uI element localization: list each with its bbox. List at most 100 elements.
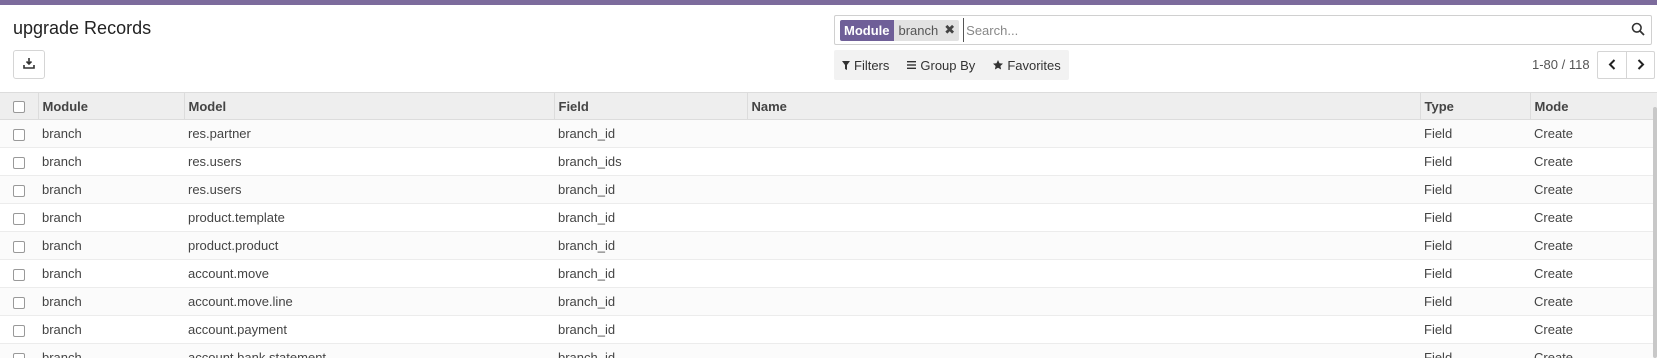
row-select-cell [0, 175, 38, 204]
row-select-cell [0, 147, 38, 176]
cell-name [747, 259, 1420, 288]
favorites-label: Favorites [1007, 57, 1061, 73]
cell-mode: Create [1530, 343, 1657, 358]
cell-mode: Create [1530, 175, 1657, 204]
cell-field: branch_id [554, 175, 747, 204]
cell-name [747, 287, 1420, 316]
column-header-name[interactable]: Name [746, 92, 1420, 120]
cell-type: Field [1420, 231, 1530, 260]
row-checkbox[interactable] [13, 212, 25, 225]
cell-name [747, 175, 1420, 204]
filters-button[interactable]: Filters [842, 58, 889, 73]
cell-type: Field [1420, 203, 1530, 232]
cell-type: Field [1420, 343, 1530, 358]
row-checkbox[interactable] [13, 156, 25, 169]
filters-label: Filters [854, 57, 890, 73]
cell-field: branch_ids [554, 147, 747, 176]
cell-module: branch [38, 315, 184, 344]
column-header-module[interactable]: Module [37, 92, 184, 120]
cell-field: branch_id [554, 119, 747, 148]
cell-type: Field [1420, 147, 1530, 176]
table-header-row: Module Model Field Name Type Mode [0, 92, 1657, 120]
table-row[interactable]: branch account.bank.statement branch_id Fie… [0, 343, 1657, 358]
table-row[interactable]: branch account.move.line branch_id Field Cre… [0, 287, 1657, 316]
cell-field: branch_id [554, 231, 747, 260]
cell-mode: Create [1530, 231, 1657, 260]
records-table: Module Model Field Name Type Mode branch… [0, 92, 1657, 358]
row-select-cell [0, 287, 38, 316]
cell-mode: Create [1530, 147, 1657, 176]
pager-value[interactable]: 1-80 / 118 [1532, 57, 1590, 72]
cell-mode: Create [1530, 203, 1657, 232]
facet-value-text: branch [898, 22, 939, 38]
row-select-cell [0, 231, 38, 260]
row-checkbox[interactable] [13, 268, 25, 281]
download-button[interactable] [13, 50, 45, 79]
cell-type: Field [1420, 315, 1530, 344]
cell-model: res.users [184, 147, 554, 176]
cell-field: branch_id [554, 343, 747, 358]
cell-mode: Create [1530, 259, 1657, 288]
cell-name [747, 343, 1420, 358]
cell-module: branch [38, 231, 184, 260]
search-options-bar: Filters Group By Favorites [834, 50, 1069, 80]
column-header-type[interactable]: Type [1419, 92, 1530, 120]
cell-model: account.bank.statement [184, 343, 554, 358]
column-header-field[interactable]: Field [553, 92, 747, 120]
cell-type: Field [1420, 175, 1530, 204]
search-facet: Module branch ✖ [840, 19, 960, 41]
row-checkbox[interactable] [13, 296, 25, 309]
search-icon[interactable] [1631, 22, 1647, 38]
pager-next-button[interactable] [1626, 51, 1655, 79]
cell-type: Field [1420, 287, 1530, 316]
select-all-cell [0, 92, 38, 120]
cell-name [747, 203, 1420, 232]
cell-mode: Create [1530, 287, 1657, 316]
table-row[interactable]: branch res.partner branch_id Field Create [0, 119, 1657, 148]
cell-model: account.move.line [184, 287, 554, 316]
cell-type: Field [1420, 119, 1530, 148]
close-icon[interactable]: ✖ [944, 22, 955, 38]
chevron-right-icon [1637, 58, 1645, 73]
table-row[interactable]: branch product.template branch_id Field Crea… [0, 203, 1657, 232]
row-checkbox[interactable] [13, 184, 25, 197]
row-select-cell [0, 119, 38, 148]
select-all-checkbox[interactable] [13, 101, 25, 114]
facet-value: branch ✖ [893, 19, 960, 41]
table-row[interactable]: branch product.product branch_id Field Creat… [0, 231, 1657, 260]
column-header-model[interactable]: Model [183, 92, 554, 120]
row-checkbox[interactable] [13, 128, 25, 141]
column-header-mode[interactable]: Mode [1529, 92, 1657, 120]
cell-model: account.payment [184, 315, 554, 344]
search-input[interactable] [963, 18, 1651, 42]
table-row[interactable]: branch res.users branch_id Field Create [0, 175, 1657, 204]
favorites-button[interactable]: Favorites [993, 57, 1061, 73]
cell-name [747, 315, 1420, 344]
row-select-cell [0, 343, 38, 358]
row-select-cell [0, 259, 38, 288]
row-checkbox[interactable] [13, 324, 25, 337]
chevron-left-icon [1608, 58, 1616, 73]
cell-module: branch [38, 203, 184, 232]
star-icon [993, 60, 1004, 70]
search-bar[interactable]: Module branch ✖ [834, 15, 1652, 45]
cell-field: branch_id [554, 203, 747, 232]
cell-module: branch [38, 119, 184, 148]
pager-previous-button[interactable] [1597, 51, 1626, 79]
row-select-cell [0, 203, 38, 232]
cell-name [747, 231, 1420, 260]
row-checkbox[interactable] [13, 352, 25, 358]
row-checkbox[interactable] [13, 240, 25, 253]
cell-module: branch [38, 147, 184, 176]
table-row[interactable]: branch account.move branch_id Field Create [0, 259, 1657, 288]
group-by-button[interactable]: Group By [907, 58, 975, 73]
vertical-scrollbar[interactable] [1653, 107, 1657, 358]
cell-mode: Create [1530, 315, 1657, 344]
filter-icon [842, 60, 850, 70]
table-row[interactable]: branch res.users branch_ids Field Create [0, 147, 1657, 176]
cell-field: branch_id [554, 287, 747, 316]
cell-module: branch [38, 343, 184, 358]
cell-model: res.partner [184, 119, 554, 148]
row-select-cell [0, 315, 38, 344]
table-row[interactable]: branch account.payment branch_id Field Creat… [0, 315, 1657, 344]
